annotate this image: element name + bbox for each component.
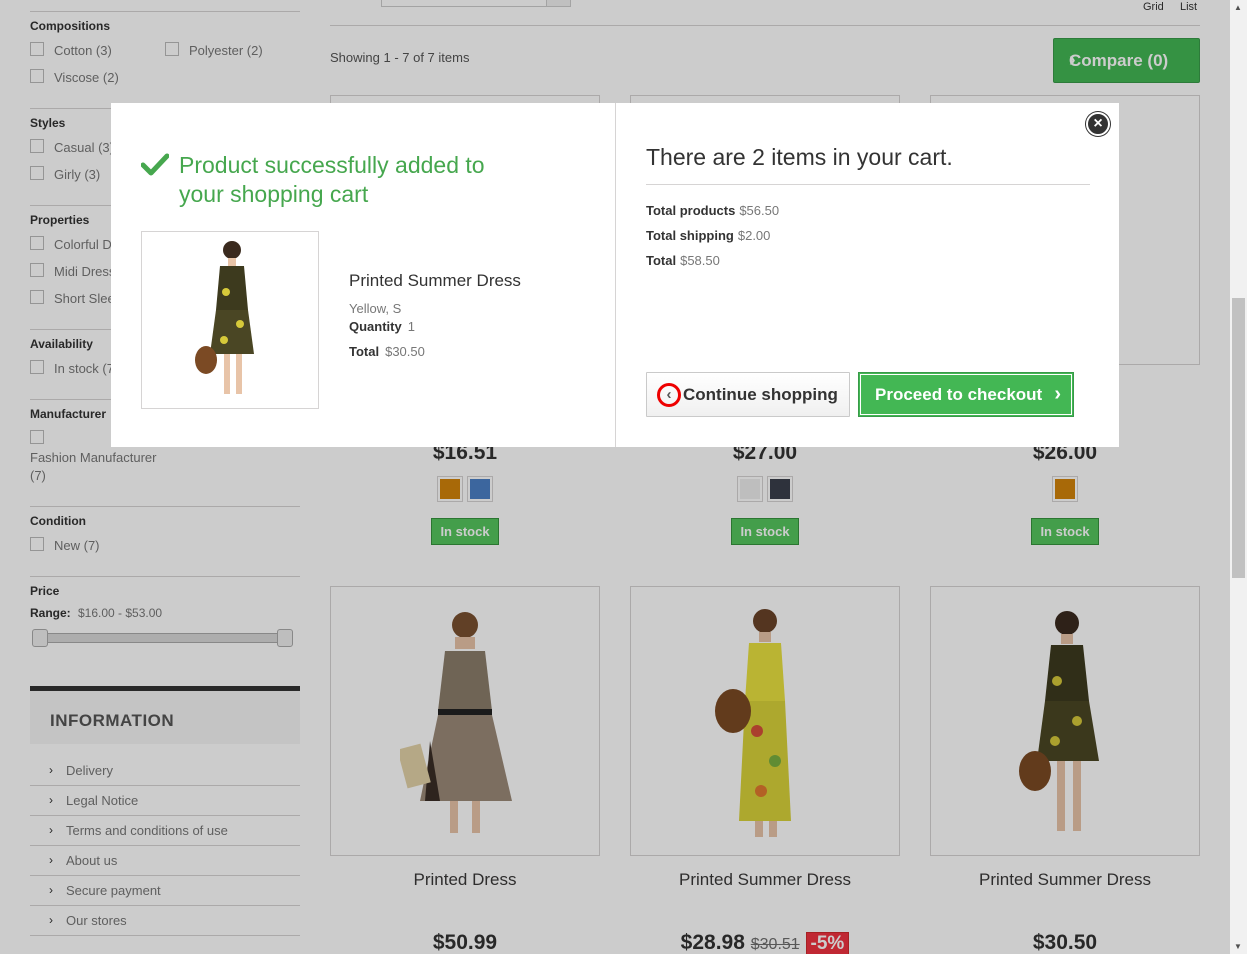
- scroll-up-icon[interactable]: ▲: [1234, 3, 1242, 12]
- close-icon[interactable]: ×: [1086, 112, 1110, 136]
- total-shipping-label: Total shipping: [646, 228, 734, 243]
- continue-shopping-label: Continue shopping: [683, 385, 838, 404]
- quantity-label: Quantity: [349, 319, 402, 334]
- proceed-to-checkout-button[interactable]: Proceed to checkout ›: [858, 372, 1074, 417]
- modal-quantity-row: Quantity 1: [349, 319, 415, 334]
- continue-shopping-button[interactable]: ‹ Continue shopping: [646, 372, 850, 417]
- quantity-value: 1: [407, 319, 415, 334]
- modal-product-name: Printed Summer Dress: [349, 271, 521, 290]
- scrollbar-thumb[interactable]: [1232, 298, 1245, 578]
- cart-total-row: Total $58.50: [646, 253, 720, 268]
- total-value: $30.50: [385, 344, 425, 359]
- divider: [646, 184, 1090, 185]
- chevron-left-icon: ‹: [657, 383, 681, 407]
- scrollbar[interactable]: ▲ ▼: [1230, 0, 1247, 954]
- total-products-label: Total products: [646, 203, 736, 218]
- check-icon: [141, 153, 169, 176]
- total-shipping-value: $2.00: [737, 228, 771, 243]
- total-shipping-row: Total shipping $2.00: [646, 228, 770, 243]
- checkout-label: Proceed to checkout: [875, 385, 1043, 404]
- scroll-down-icon[interactable]: ▼: [1234, 942, 1242, 951]
- success-message: Product successfully added to your shopp…: [179, 152, 485, 207]
- cart-total-label: Total: [646, 253, 677, 268]
- cart-summary-title: There are 2 items in your cart.: [646, 144, 953, 170]
- total-products-row: Total products $56.50: [646, 203, 779, 218]
- cart-total-value: $58.50: [680, 253, 720, 268]
- modal-product-attributes: Yellow, S: [349, 301, 402, 316]
- total-label: Total: [349, 344, 380, 359]
- product-image: [195, 241, 254, 394]
- modal-product-section: Product successfully added to your shopp…: [111, 103, 615, 447]
- modal-cart-section: There are 2 items in your cart. Total pr…: [615, 103, 1119, 447]
- modal-product-image: [141, 231, 319, 409]
- modal-total-row: Total $30.50: [349, 344, 425, 359]
- add-to-cart-modal: Product successfully added to your shopp…: [111, 103, 1119, 447]
- chevron-right-icon: ›: [1054, 383, 1061, 405]
- total-products-value: $56.50: [739, 203, 780, 218]
